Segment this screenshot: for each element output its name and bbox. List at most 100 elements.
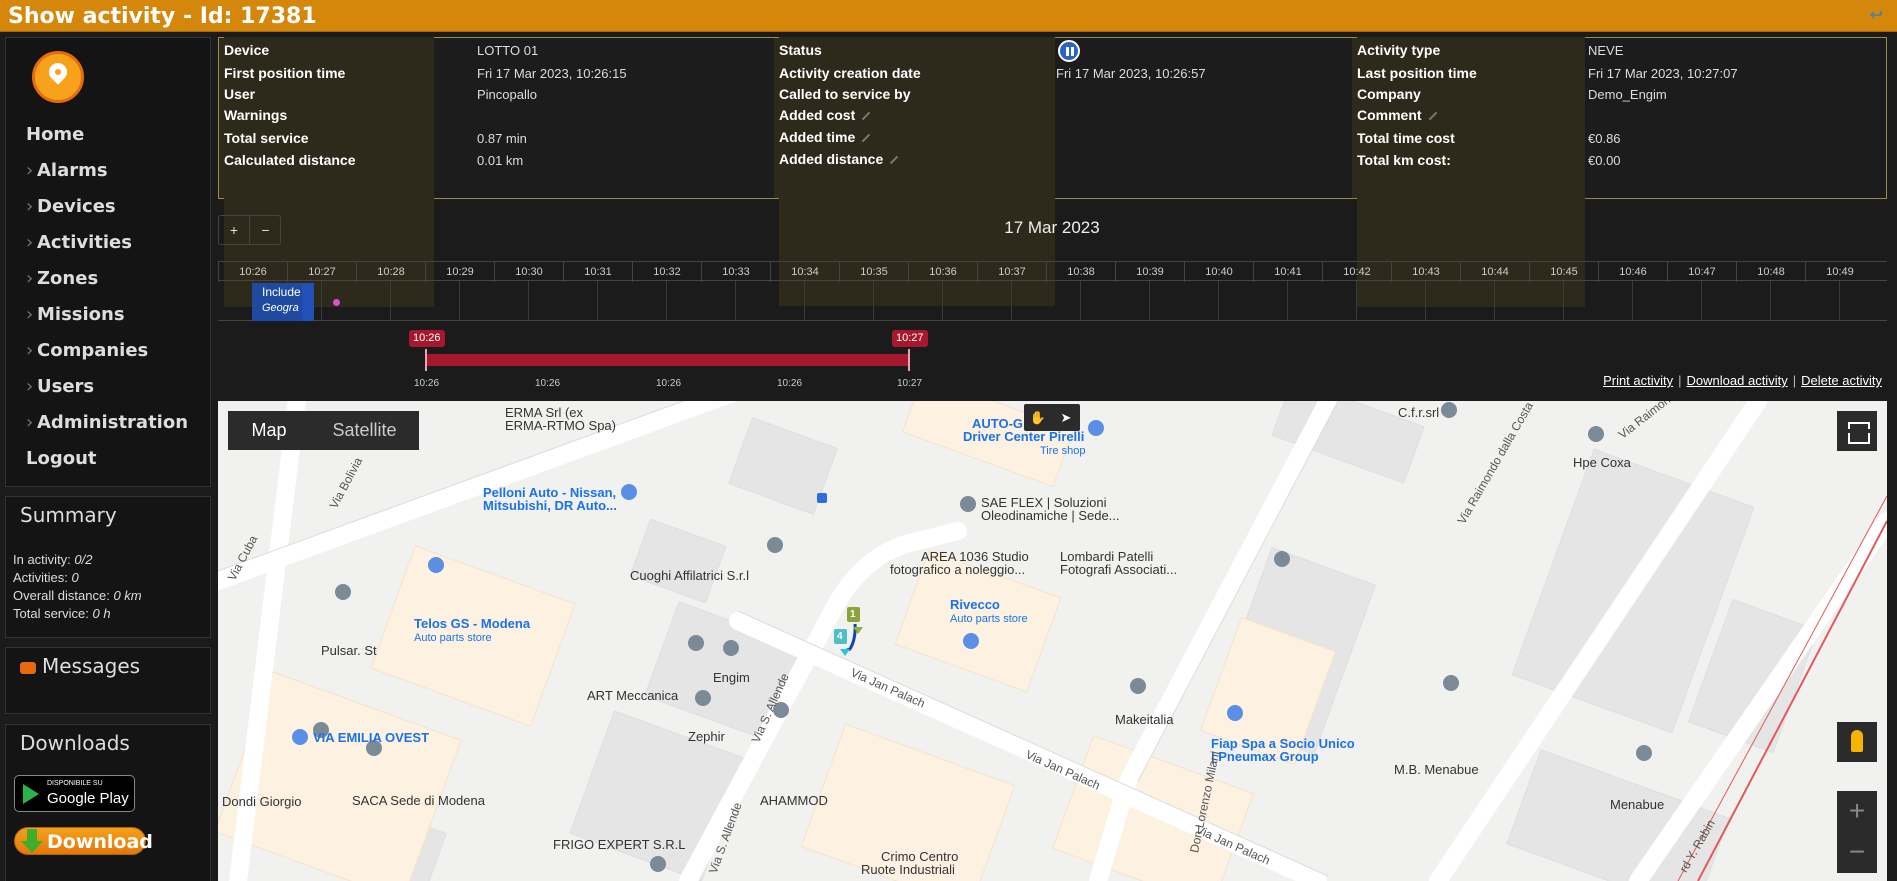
street-view-pegman-icon[interactable] bbox=[1837, 722, 1877, 762]
timeline-tick-label: 10:48 bbox=[1736, 262, 1805, 282]
timeline-tick-label: 10:36 bbox=[908, 262, 977, 282]
downloads-heading: Downloads bbox=[20, 731, 130, 755]
google-play-icon bbox=[23, 784, 39, 804]
location-pin-logo[interactable] bbox=[32, 51, 84, 103]
km-cost-value: €0.00 bbox=[1588, 153, 1621, 168]
google-play-big-text: Google Play bbox=[47, 790, 129, 807]
map-label[interactable]: VIA EMILIA OVEST bbox=[313, 731, 429, 745]
menu-item-logout[interactable]: Logout bbox=[6, 441, 210, 477]
map-label[interactable]: SACA Sede di Modena bbox=[352, 794, 485, 808]
timeline-grid-cell bbox=[1563, 281, 1632, 321]
timeline-grid-cell bbox=[597, 281, 666, 321]
map-label[interactable]: Menabue bbox=[1610, 798, 1664, 812]
download-button-label: Download bbox=[47, 831, 153, 853]
map-label[interactable]: Engim bbox=[713, 671, 750, 685]
cursor-tool-icon[interactable]: ➤ bbox=[1055, 408, 1077, 427]
time-range-slider[interactable]: 10:26 10:27 10:26 10:26 10:26 10:26 10:2… bbox=[400, 327, 930, 393]
map-zoom-out-button[interactable]: − bbox=[1837, 832, 1877, 872]
timeline-block-end-marker bbox=[302, 283, 314, 321]
messages-label: Messages bbox=[42, 654, 141, 678]
track-start-marker[interactable]: 1 bbox=[850, 608, 856, 622]
map-label[interactable]: AHAMMOD bbox=[760, 794, 828, 808]
satellite-tab[interactable]: Satellite bbox=[310, 411, 419, 450]
map-label[interactable]: Rivecco bbox=[950, 598, 1000, 612]
timeline-grid-cell bbox=[1839, 281, 1897, 321]
map-label[interactable]: Hpe Coxa bbox=[1573, 456, 1631, 470]
menu-item-home[interactable]: Home bbox=[6, 117, 210, 153]
map-label[interactable]: M.B. Menabue bbox=[1394, 763, 1479, 777]
timeline-tick-label: 10:49 bbox=[1805, 262, 1874, 282]
downloads-panel: Downloads DISPONIBILE SU Google Play Dow… bbox=[5, 724, 211, 881]
timeline-zoom-in-button[interactable]: + bbox=[219, 216, 250, 244]
timeline-activity-block[interactable]: Include Geogra bbox=[252, 283, 314, 321]
map-label[interactable]: FRIGO EXPERT S.R.L bbox=[553, 838, 685, 852]
timeline-tick-label: 10:38 bbox=[1046, 262, 1115, 282]
timeline[interactable]: 10:26 10:27 10:28 10:29 10:30 10:31 10:32 10:33… bbox=[218, 261, 1887, 321]
summary-rows: In activity: 0/2 Activities: 0 Overall d… bbox=[13, 551, 142, 623]
menu-item-companies[interactable]: Companies bbox=[6, 333, 210, 369]
slider-range-bar[interactable] bbox=[425, 354, 910, 366]
map-zoom-in-button[interactable]: + bbox=[1837, 791, 1877, 831]
map-zoom-controls: + − bbox=[1837, 791, 1877, 873]
calculated-distance-value: 0.01 km bbox=[477, 153, 524, 168]
download-button[interactable]: Download bbox=[14, 827, 153, 855]
timeline-event-dot[interactable] bbox=[333, 299, 340, 306]
map-label[interactable]: C.f.r.srl bbox=[1398, 406, 1439, 420]
delete-activity-link[interactable]: Delete activity bbox=[1801, 373, 1882, 388]
edit-pencil-icon[interactable] bbox=[861, 134, 871, 143]
map-label[interactable]: Zephir bbox=[688, 730, 725, 744]
back-arrow-icon[interactable]: ↩ bbox=[1870, 5, 1883, 25]
track-end-marker[interactable]: 4 bbox=[837, 630, 843, 644]
summary-distance-label: Overall distance: bbox=[13, 588, 110, 603]
hand-tool-icon[interactable]: ✋ bbox=[1027, 408, 1049, 427]
menu-item-administration[interactable]: Administration bbox=[6, 405, 210, 441]
summary-service: 0 h bbox=[92, 606, 111, 621]
activity-info-table: Device First position time User Warnings… bbox=[218, 37, 1887, 307]
slider-start-handle[interactable] bbox=[425, 349, 427, 371]
map-label[interactable]: ART Meccanica bbox=[587, 689, 678, 703]
menu-item-missions[interactable]: Missions bbox=[6, 297, 210, 333]
map-tab[interactable]: Map bbox=[228, 411, 310, 450]
map-label[interactable]: | Pneumax Group bbox=[1211, 750, 1319, 764]
summary-service-label: Total service: bbox=[13, 606, 89, 621]
map-label[interactable]: Pulsar. St bbox=[321, 644, 377, 658]
print-activity-link[interactable]: Print activity bbox=[1603, 373, 1673, 388]
timeline-zoom-out-button[interactable]: − bbox=[250, 216, 281, 244]
creation-date-value: Fri 17 Mar 2023, 10:26:57 bbox=[1056, 66, 1206, 81]
menu-item-activities[interactable]: Activities bbox=[6, 225, 210, 261]
map-label[interactable]: Makeitalia bbox=[1115, 713, 1174, 727]
messages-heading[interactable]: Messages bbox=[6, 648, 210, 678]
timeline-tick-label: 10:37 bbox=[977, 262, 1046, 282]
map-label[interactable]: Ruote Industriali bbox=[861, 863, 955, 877]
download-activity-link[interactable]: Download activity bbox=[1687, 373, 1788, 388]
timeline-date: 17 Mar 2023 bbox=[1004, 218, 1100, 237]
menu-item-zones[interactable]: Zones bbox=[6, 261, 210, 297]
timeline-grid-cell bbox=[873, 281, 942, 321]
slider-scale-label: 10:26 bbox=[414, 378, 440, 389]
timeline-grid-cell bbox=[1149, 281, 1218, 321]
menu-item-devices[interactable]: Devices bbox=[6, 189, 210, 225]
edit-pencil-icon[interactable] bbox=[1428, 112, 1437, 121]
edit-pencil-icon[interactable] bbox=[861, 112, 871, 121]
google-play-badge[interactable]: DISPONIBILE SU Google Play bbox=[14, 775, 135, 812]
map-view[interactable]: Map Satellite ✋ ➤ + − ERMA Srl (ex ERMA-… bbox=[218, 401, 1887, 881]
pause-circle-icon[interactable] bbox=[1058, 40, 1080, 62]
timeline-tick-label: 10:27 bbox=[287, 262, 356, 282]
map-label[interactable]: fotografico a noleggio... bbox=[890, 563, 1025, 577]
fullscreen-icon[interactable] bbox=[1837, 411, 1877, 451]
menu-item-users[interactable]: Users bbox=[6, 369, 210, 405]
edit-pencil-icon[interactable] bbox=[890, 156, 899, 165]
slider-end-handle[interactable] bbox=[908, 349, 910, 371]
map-label[interactable]: Cuoghi Affilatrici S.r.l bbox=[630, 569, 749, 583]
menu-item-alarms[interactable]: Alarms bbox=[6, 153, 210, 189]
timeline-grid-cell bbox=[1632, 281, 1701, 321]
map-label: Auto parts store bbox=[414, 632, 492, 644]
timeline-block-subtitle: Geogra bbox=[262, 302, 299, 314]
map-label[interactable]: Fotografi Associati... bbox=[1060, 563, 1177, 577]
map-label[interactable]: Telos GS - Modena bbox=[414, 617, 530, 631]
summary-distance: 0 km bbox=[113, 588, 142, 603]
map-label[interactable]: Dondi Giorgio bbox=[222, 795, 302, 809]
map-label[interactable]: Mitsubishi, DR Auto... bbox=[483, 499, 617, 513]
map-label[interactable]: Driver Center Pirelli bbox=[963, 430, 1084, 444]
map-label[interactable]: Oleodinamiche | Sede... bbox=[981, 509, 1120, 523]
